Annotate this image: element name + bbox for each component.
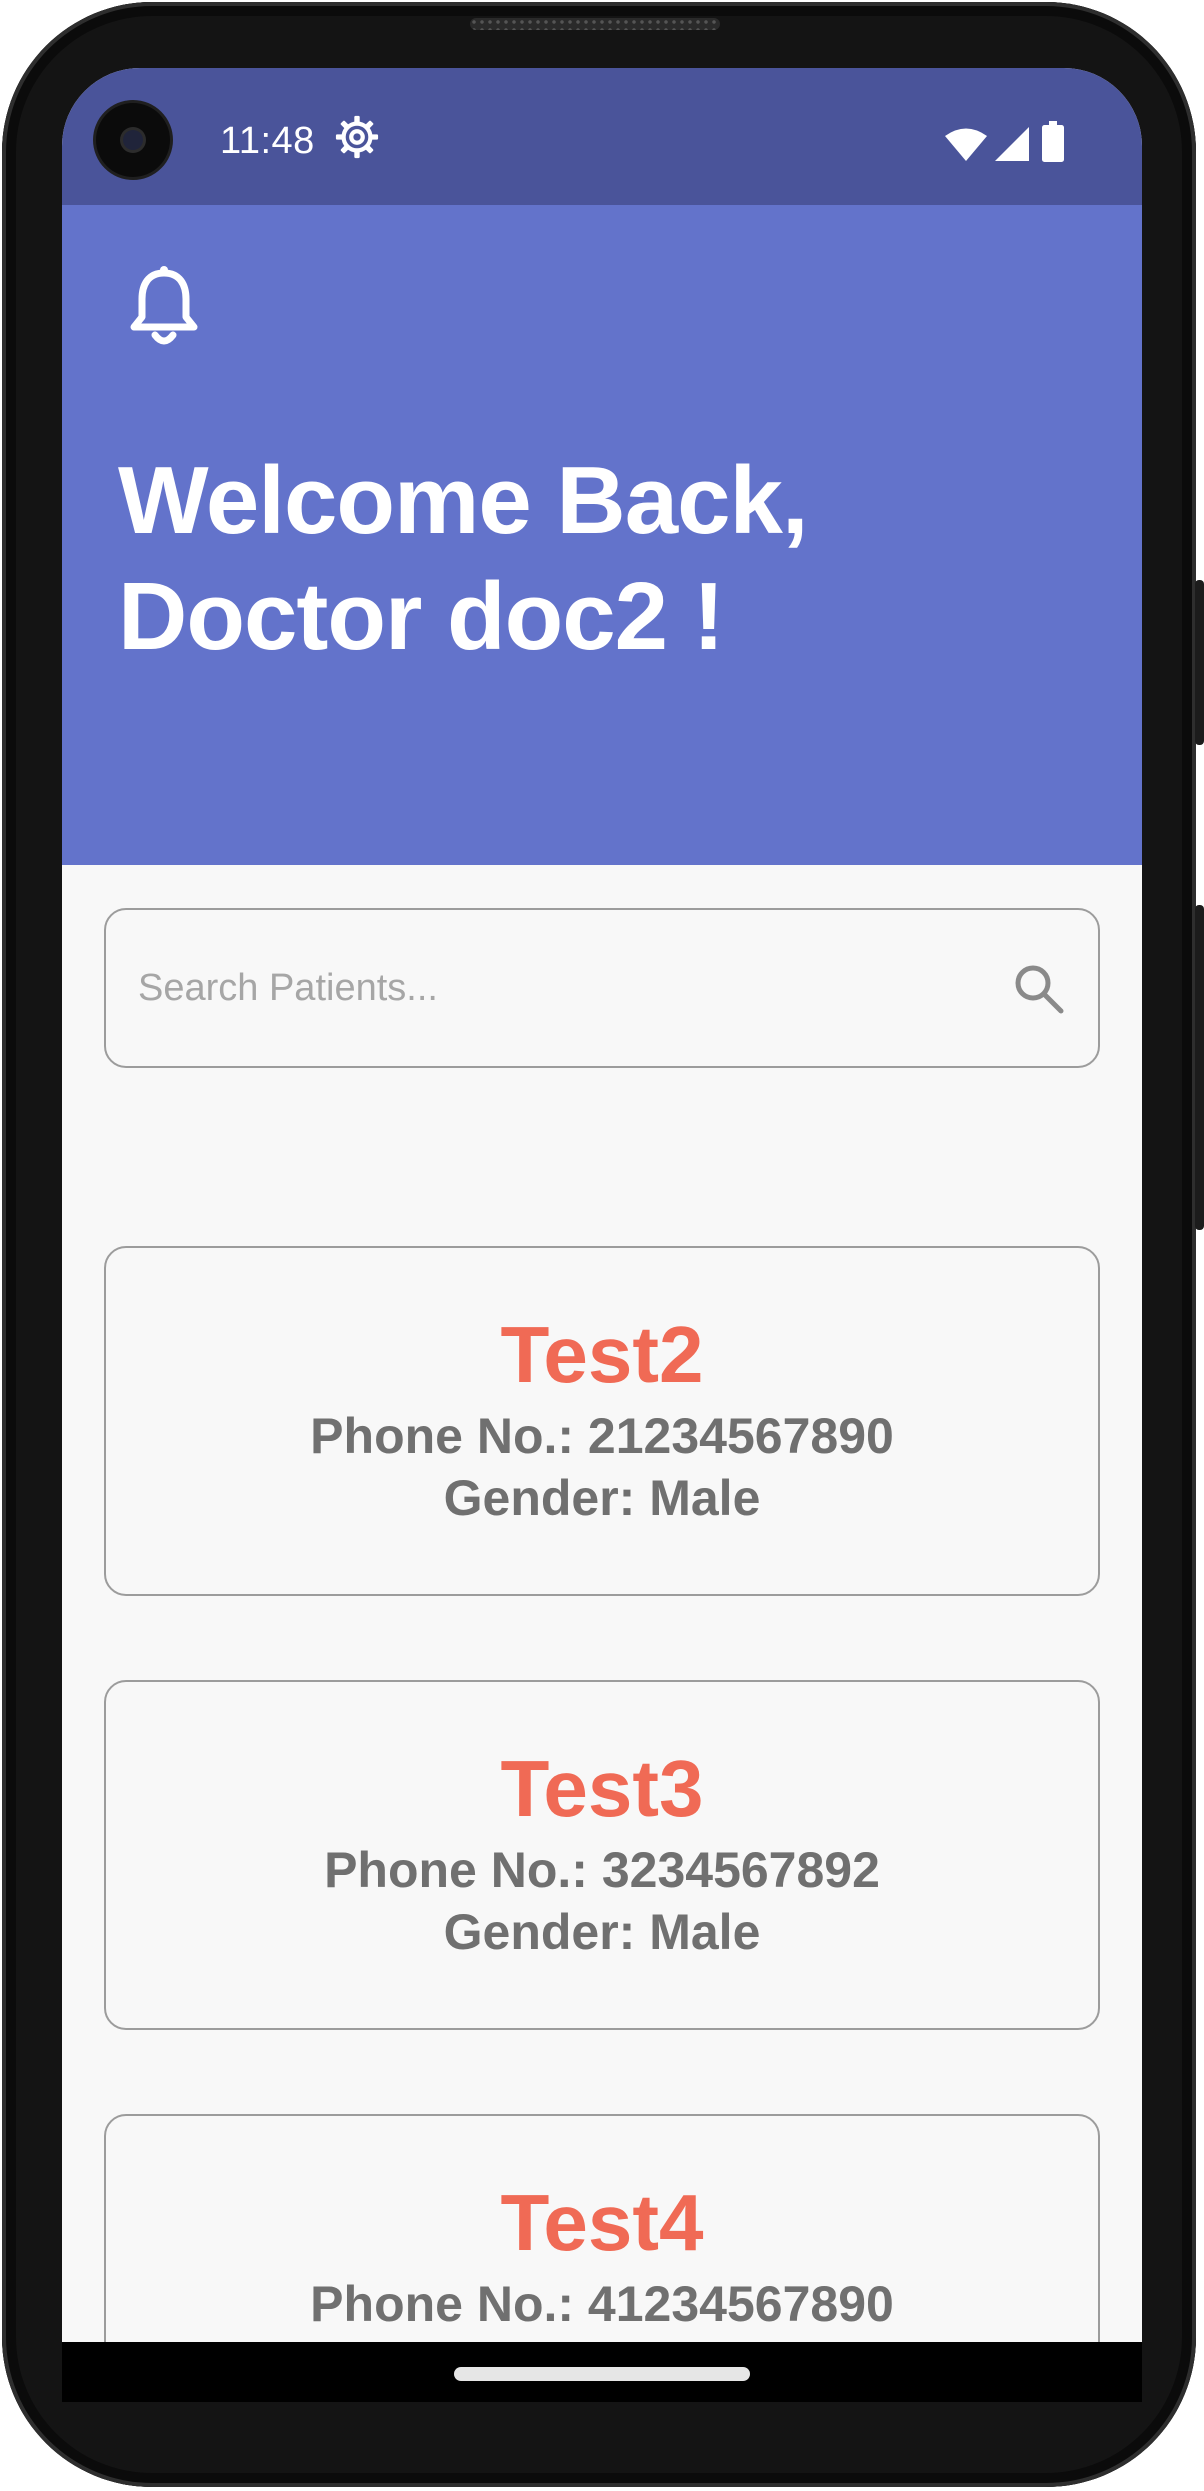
- settings-icon: [335, 115, 379, 159]
- patient-gender: Gender: Male: [443, 1470, 761, 1526]
- patient-name: Test3: [500, 1744, 704, 1833]
- patient-card[interactable]: Test2 Phone No.: 21234567890 Gender: Mal…: [104, 1246, 1100, 1596]
- status-bar: 11:48: [62, 68, 1142, 205]
- patient-phone: Phone No.: 3234567892: [324, 1842, 880, 1898]
- power-button: [1195, 905, 1204, 1230]
- status-time: 11:48: [220, 120, 315, 162]
- patient-name: Test2: [500, 1310, 704, 1399]
- patient-phone: Phone No.: 41234567890: [310, 2276, 894, 2332]
- patient-card[interactable]: Test3 Phone No.: 3234567892 Gender: Male: [104, 1680, 1100, 2030]
- patient-phone: Phone No.: 21234567890: [310, 1408, 894, 1464]
- bell-icon[interactable]: [128, 265, 200, 349]
- battery-icon: [1042, 121, 1064, 162]
- patient-gender: Gender: Male: [443, 1904, 761, 1960]
- home-indicator[interactable]: [454, 2367, 750, 2381]
- volume-button: [1195, 580, 1204, 745]
- wifi-icon: [945, 128, 987, 161]
- welcome-header: Welcome Back, Doctor doc2 !: [62, 205, 1142, 865]
- welcome-title: Welcome Back, Doctor doc2 !: [118, 443, 809, 675]
- search-icon[interactable]: [1012, 962, 1066, 1016]
- signal-icon: [995, 127, 1029, 161]
- search-box[interactable]: [104, 908, 1100, 1068]
- app-screen: 11:48 Welcome Back, Doctor doc2 ! Search…: [62, 68, 1142, 2344]
- earpiece-speaker: [470, 18, 720, 30]
- search-input[interactable]: [136, 910, 1000, 1067]
- patient-card[interactable]: Test4 Phone No.: 41234567890: [104, 2114, 1100, 2344]
- patient-name: Test4: [500, 2178, 704, 2267]
- welcome-line-2: Doctor doc2 !: [118, 563, 725, 670]
- front-camera: [96, 103, 170, 177]
- welcome-line-1: Welcome Back,: [118, 447, 809, 554]
